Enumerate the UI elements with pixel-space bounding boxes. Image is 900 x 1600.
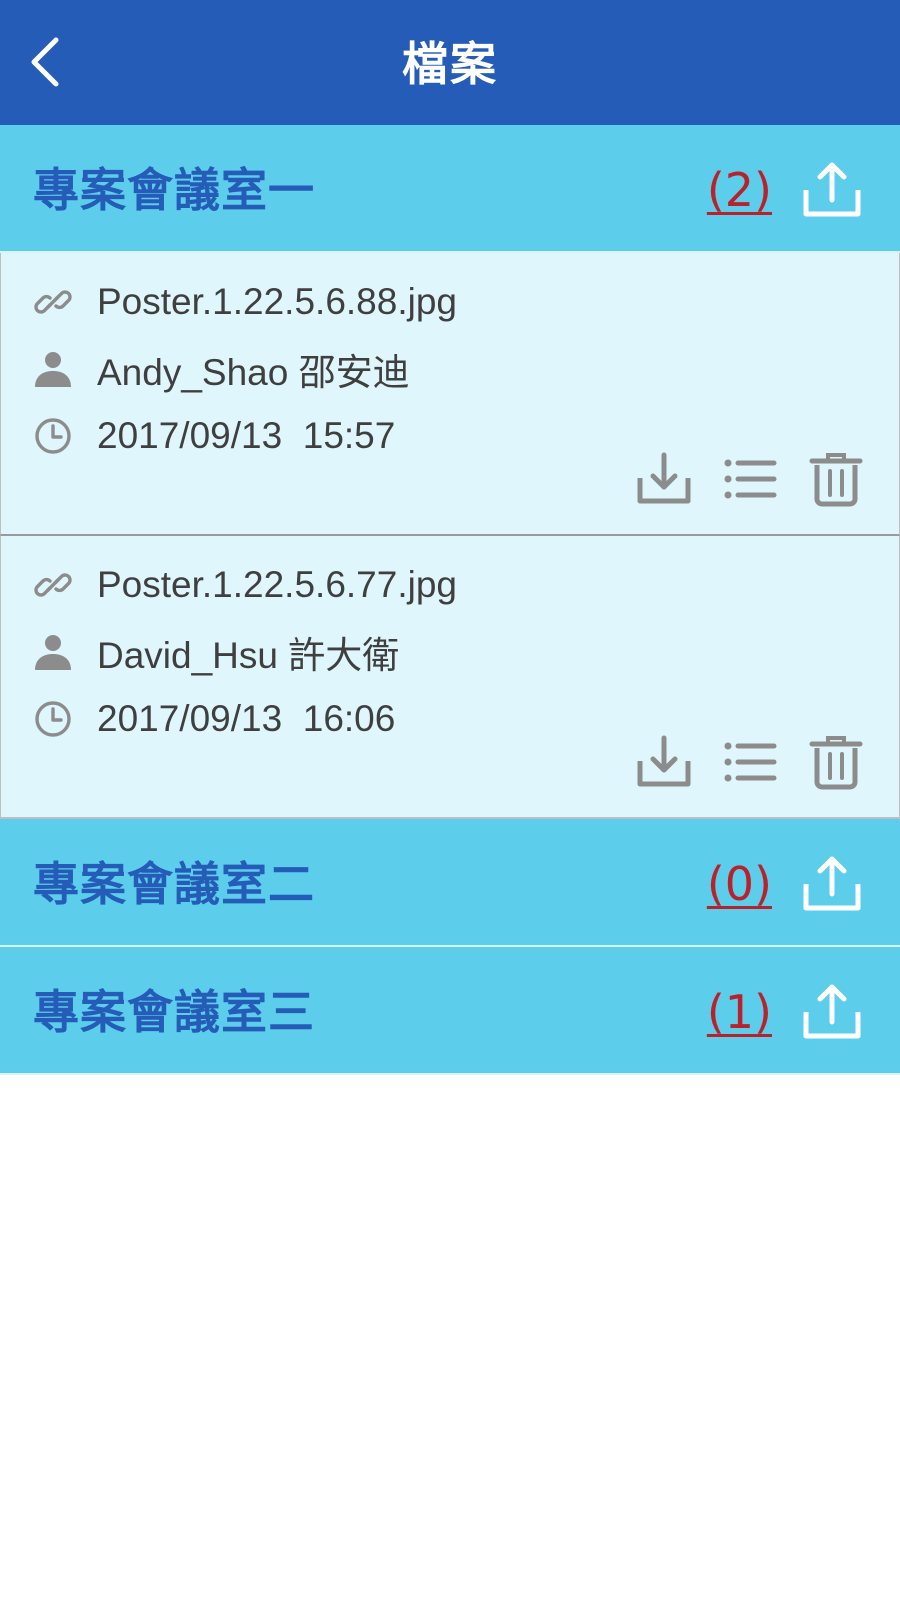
room-section: 專案會議室一 (2) Poster.1.22.5.6.88.jpg Andy_S… (0, 125, 900, 819)
room-header[interactable]: 專案會議室二 (0) (0, 819, 900, 947)
app-bar: 檔案 (0, 0, 900, 125)
page-title: 檔案 (402, 37, 498, 91)
download-icon (637, 452, 691, 504)
room-section: 專案會議室三 (1) (0, 947, 900, 1075)
room-name: 專案會議室一 (33, 163, 315, 217)
file-name: Poster.1.22.5.6.77.jpg (97, 564, 457, 605)
file-item: Poster.1.22.5.6.77.jpg David_Hsu 許大衛 201… (0, 536, 900, 819)
room-header[interactable]: 專案會議室一 (2) (0, 125, 900, 253)
link-icon (33, 565, 73, 605)
trash-icon (809, 736, 863, 790)
uploader-name: David_Hsu 許大衛 (97, 635, 400, 676)
upload-icon (803, 162, 861, 217)
delete-button[interactable] (808, 451, 864, 507)
download-button[interactable] (636, 734, 692, 790)
upload-icon (803, 856, 861, 911)
upload-icon (803, 984, 861, 1039)
file-actions (606, 449, 864, 509)
upload-button[interactable] (802, 160, 862, 220)
list-icon (724, 742, 777, 782)
upload-button[interactable] (802, 982, 862, 1042)
person-icon (33, 349, 73, 389)
datetime-row: 2017/09/13 15:57 (33, 411, 395, 461)
room-name: 專案會議室二 (33, 857, 315, 911)
trash-icon (809, 453, 863, 507)
link-icon (33, 282, 73, 322)
list-icon (724, 459, 777, 499)
details-button[interactable] (722, 451, 778, 507)
file-name: Poster.1.22.5.6.88.jpg (97, 281, 457, 322)
room-name: 專案會議室三 (33, 985, 315, 1039)
uploader-row: David_Hsu 許大衛 (33, 627, 399, 677)
download-icon (637, 735, 691, 787)
room-file-count[interactable]: (2) (707, 125, 772, 253)
delete-button[interactable] (808, 734, 864, 790)
upload-datetime: 2017/09/13 15:57 (97, 415, 396, 456)
room-file-list: 專案會議室一 (2) Poster.1.22.5.6.88.jpg Andy_S… (0, 125, 900, 1075)
file-item: Poster.1.22.5.6.88.jpg Andy_Shao 邵安迪 201… (0, 253, 900, 536)
person-icon (33, 632, 73, 672)
datetime-row: 2017/09/13 16:06 (33, 694, 395, 744)
file-name-row: Poster.1.22.5.6.88.jpg (33, 277, 457, 327)
room-header[interactable]: 專案會議室三 (1) (0, 947, 900, 1075)
room-file-count[interactable]: (1) (707, 947, 772, 1075)
clock-icon (33, 699, 73, 739)
upload-datetime: 2017/09/13 16:06 (97, 698, 396, 739)
clock-icon (33, 416, 73, 456)
file-name-row: Poster.1.22.5.6.77.jpg (33, 560, 457, 610)
file-actions (606, 732, 864, 792)
room-section: 專案會議室二 (0) (0, 819, 900, 947)
uploader-name: Andy_Shao 邵安迪 (97, 352, 410, 393)
download-button[interactable] (636, 451, 692, 507)
uploader-row: Andy_Shao 邵安迪 (33, 344, 410, 394)
room-file-count[interactable]: (0) (707, 819, 772, 947)
details-button[interactable] (722, 734, 778, 790)
upload-button[interactable] (802, 854, 862, 914)
